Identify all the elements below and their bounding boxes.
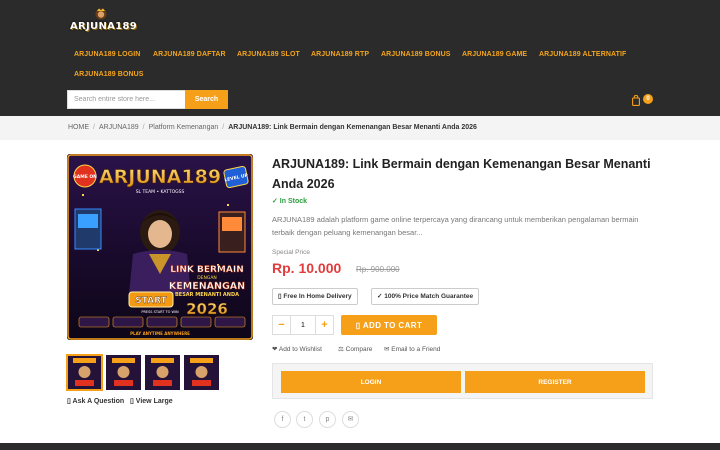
auth-box: LOGIN REGISTER [272,363,653,399]
breadcrumb-separator: / [142,124,145,131]
site-logo[interactable]: ARJUNA189 [68,8,137,38]
add-to-cart-button[interactable]: ▯ ADD TO CART [341,315,437,335]
breadcrumb: HOME / ARJUNA189/Platform Kemenangan / ARJUN… [68,124,477,131]
banner-footer-text: PLAY ANYTIME ANYWHERE [130,331,190,336]
delivery-badge: ▯ Free In Home Delivery [272,288,358,305]
cart-count-badge: 0 [643,94,653,104]
search-button[interactable]: Search [185,90,228,109]
thumbnail-2[interactable] [106,355,141,390]
thumbnail-graphic [184,355,219,390]
qty-increase-button[interactable]: + [315,316,333,334]
price-match-badge: ✓ 100% Price Match Guarantee [371,288,480,305]
qty-decrease-button[interactable]: − [273,316,291,334]
banner-headline-1: LINK BERMAIN [170,265,243,275]
breadcrumb-bar: HOME / ARJUNA189/Platform Kemenangan / ARJUN… [0,116,720,140]
product-title: ARJUNA189: Link Bermain dengan Kemenanga… [272,157,651,191]
banner-press-text: PRESS START TO WIN [141,310,179,314]
nav-item-slot[interactable]: ARJUNA189 SLOT [237,51,300,58]
banner-headline-3: KEMENANGAN [169,281,245,292]
banner-subtitle: SL TEAM • KATTOGSS [136,189,185,195]
nav-item-bonus[interactable]: ARJUNA189 BONUS [381,51,451,58]
product-banner-graphic: ARJUNA189 SL TEAM • KATTOGSS GAME ON LEV… [67,154,253,340]
cart-icon: ▯ [355,320,363,330]
add-to-cart-label: ADD TO CART [362,320,423,330]
breadcrumb-separator: / [222,124,225,131]
thumbnail-3[interactable] [145,355,180,390]
thumbnail-4[interactable] [184,355,219,390]
shopping-bag-icon [632,95,640,106]
breadcrumb-current: ARJUNA189: Link Bermain dengan Kemenanga… [228,124,477,131]
product-description: ARJUNA189 adalah platform game online te… [272,215,639,237]
ask-question-link[interactable]: ▯ Ask A Question [67,397,124,405]
login-button[interactable]: LOGIN [281,371,461,393]
email-friend-link[interactable]: ✉ Email to a Friend [384,345,440,353]
thumbnail-graphic [145,355,180,390]
badge-game-on: GAME ON [73,174,97,180]
banner-title: ARJUNA189 [99,166,221,188]
pinterest-share-icon[interactable]: p [319,411,336,428]
logo-text: ARJUNA189 [70,21,137,32]
nav-item-login[interactable]: ARJUNA189 LOGIN [74,51,140,58]
view-large-label: View Large [135,398,173,405]
site-header: ARJUNA189 ARJUNA189 LOGIN ARJUNA189 DAFT… [0,0,720,116]
crown-icon [95,8,107,20]
banner-year: 2026 [186,300,228,318]
view-large-link[interactable]: ▯ View Large [130,397,173,405]
footer-strip [0,443,720,450]
nav-item-daftar[interactable]: ARJUNA189 DAFTAR [153,51,226,58]
breadcrumb-category[interactable]: Platform Kemenangan [149,124,219,131]
banner-start: START [135,296,167,306]
twitter-share-icon[interactable]: t [296,411,313,428]
banner-headline-4: BESAR MENANTI ANDA [175,292,239,298]
stock-status: ✓ In Stock [272,198,308,205]
compare-link[interactable]: ⚖ Compare [338,345,372,353]
thumbnail-1[interactable] [66,354,103,391]
quantity-stepper: − + [272,315,334,335]
nav-item-alternatif[interactable]: ARJUNA189 ALTERNATIF [539,51,626,58]
ask-question-label: Ask A Question [72,398,125,405]
product-main-image[interactable]: ARJUNA189 SL TEAM • KATTOGSS GAME ON LEV… [67,154,253,340]
add-to-wishlist-link[interactable]: ❤ Add to Wishlist [272,345,322,353]
search-input[interactable] [67,90,186,109]
nav-item-game[interactable]: ARJUNA189 GAME [462,51,527,58]
email-share-icon[interactable]: ✉ [342,411,359,428]
thumbnail-graphic [106,355,141,390]
search-form: Search [67,90,228,109]
nav-item-bonus-2[interactable]: ARJUNA189 BONUS [74,71,144,78]
breadcrumb-separator: / [93,124,95,131]
price-label: Special Price [272,249,310,256]
facebook-share-icon[interactable]: f [274,411,291,428]
nav-item-rtp[interactable]: ARJUNA189 RTP [311,51,369,58]
qty-input[interactable] [291,316,315,334]
delivery-badge-label: Free In Home Delivery [283,293,352,300]
thumbnail-graphic [67,355,102,390]
register-button[interactable]: REGISTER [465,371,645,393]
mini-cart[interactable]: 0 [632,94,656,108]
breadcrumb-home[interactable]: HOME [68,124,89,131]
special-price: Rp. 10.000 [272,260,342,276]
breadcrumb-arjuna[interactable]: ARJUNA189 [99,124,139,131]
old-price: Rp. 900.000 [356,265,400,274]
